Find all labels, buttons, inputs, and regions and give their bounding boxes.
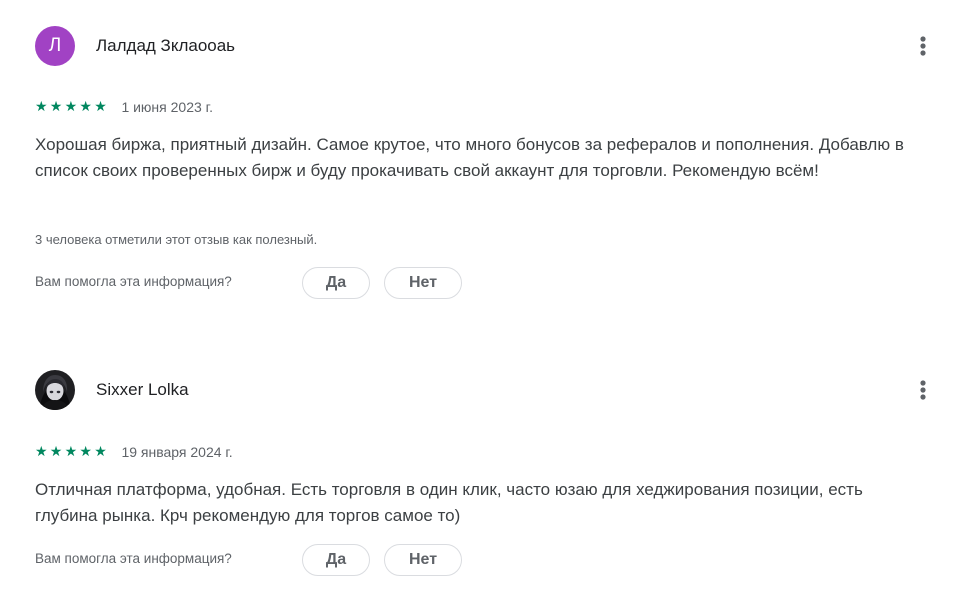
feedback-question: Вам помогла эта информация? bbox=[35, 551, 232, 566]
dark-anime-portrait-icon bbox=[35, 370, 75, 410]
review-text: Хорошая биржа, приятный дизайн. Самое кр… bbox=[35, 135, 904, 180]
review-date: 19 января 2024 г. bbox=[121, 444, 233, 460]
yes-button[interactable]: Да bbox=[302, 544, 370, 576]
star-rating: ★ ★ ★ ★ ★ bbox=[35, 443, 109, 461]
more-options-button[interactable] bbox=[913, 30, 933, 62]
feedback-row: Вам помогла эта информация? Да Нет bbox=[35, 544, 635, 576]
avatar bbox=[35, 370, 75, 410]
review-header: Л Лалдад Зклаооаь bbox=[35, 26, 935, 66]
star-icon: ★ bbox=[79, 99, 92, 115]
star-icon: ★ bbox=[94, 444, 107, 460]
rating-row: ★ ★ ★ ★ ★ 1 июня 2023 г. bbox=[35, 98, 213, 118]
feedback-row: Вам помогла эта информация? Да Нет bbox=[35, 267, 635, 299]
review-text: Отличная платформа, удобная. Есть торгов… bbox=[35, 480, 863, 525]
star-icon: ★ bbox=[49, 444, 63, 460]
feedback-question: Вам помогла эта информация? bbox=[35, 274, 232, 289]
star-icon: ★ bbox=[35, 444, 48, 460]
avatar: Л bbox=[35, 26, 75, 66]
more-options-button[interactable] bbox=[913, 374, 933, 406]
review-author: Sixxer Lolka bbox=[96, 380, 189, 399]
star-icon: ★ bbox=[35, 99, 48, 115]
more-vert-icon bbox=[920, 36, 926, 56]
review-author: Лалдад Зклаооаь bbox=[96, 36, 236, 55]
star-icon: ★ bbox=[94, 99, 107, 115]
no-button[interactable]: Нет bbox=[384, 267, 462, 299]
helpful-count: 3 человека отметили этот отзыв как полез… bbox=[35, 232, 318, 247]
rating-row: ★ ★ ★ ★ ★ 19 января 2024 г. bbox=[35, 443, 233, 463]
star-icon: ★ bbox=[79, 444, 92, 460]
more-vert-icon bbox=[920, 380, 926, 400]
star-icon: ★ bbox=[49, 99, 63, 115]
star-icon: ★ bbox=[64, 444, 78, 460]
star-icon: ★ bbox=[64, 99, 78, 115]
yes-button[interactable]: Да bbox=[302, 267, 370, 299]
no-button[interactable]: Нет bbox=[384, 544, 462, 576]
star-rating: ★ ★ ★ ★ ★ bbox=[35, 98, 109, 116]
review-date: 1 июня 2023 г. bbox=[121, 99, 213, 115]
review-header: Sixxer Lolka bbox=[35, 370, 935, 410]
